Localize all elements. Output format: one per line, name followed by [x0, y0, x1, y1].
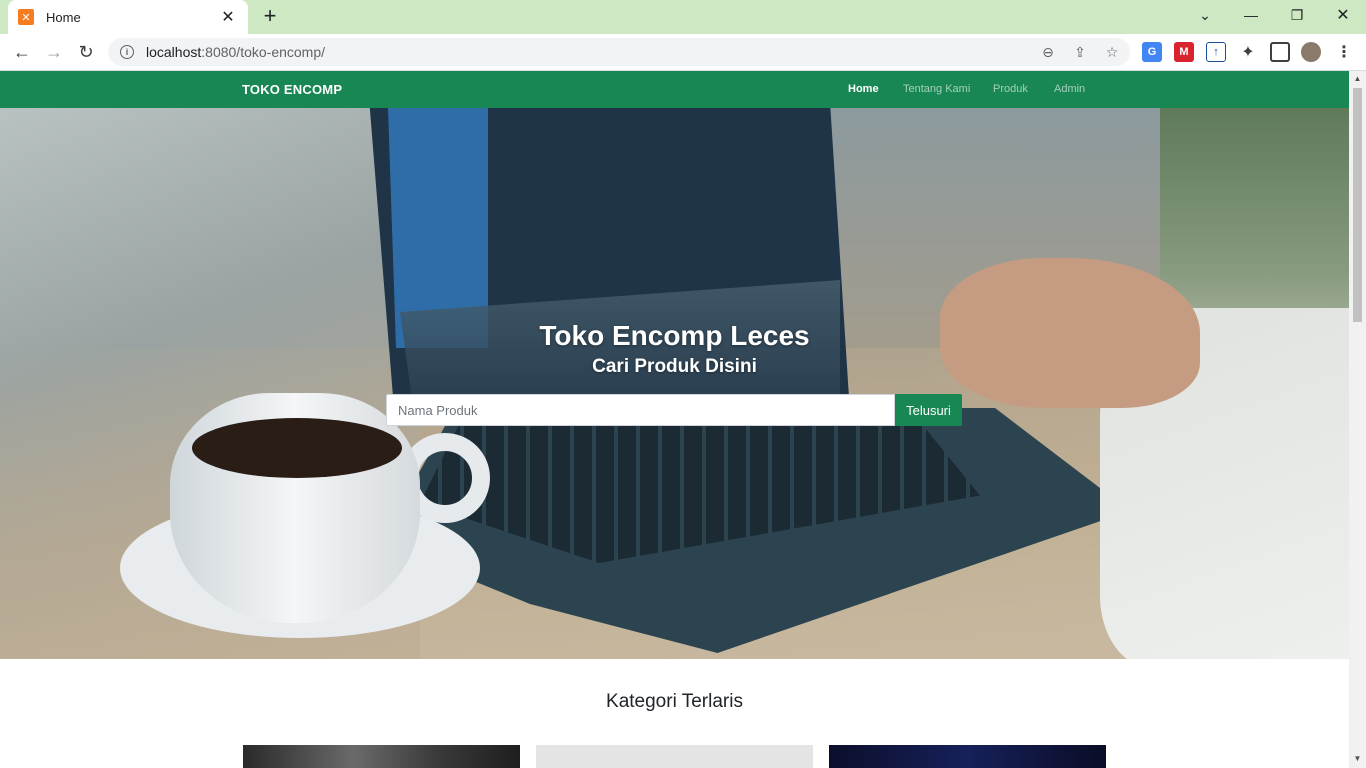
menu-kebab-icon[interactable]: ⋮ — [1334, 42, 1354, 62]
product-search-input[interactable]: Nama Produk — [386, 394, 895, 426]
category-card[interactable] — [829, 745, 1106, 768]
hero-title: Toko Encomp Leces — [539, 320, 810, 351]
scroll-down-arrow-icon[interactable]: ▼ — [1353, 754, 1362, 763]
close-window-icon[interactable]: ✕ — [1320, 0, 1366, 30]
category-card[interactable] — [536, 745, 813, 768]
hero-banner: Toko Encomp Leces Cari Produk Disini Nam… — [0, 108, 1349, 659]
bookmark-star-icon[interactable]: ☆ — [1104, 44, 1120, 60]
back-arrow-icon[interactable]: ← — [8, 38, 36, 66]
nav-link-produk[interactable]: Produk — [993, 83, 1028, 95]
tab-search-chevron-icon[interactable]: ⌄ — [1182, 0, 1228, 30]
site-info-icon[interactable]: i — [120, 45, 134, 59]
page-viewport: TOKO ENCOMP Home Tentang Kami Produk Adm… — [0, 71, 1349, 768]
page-scrollbar[interactable]: ▲ ▼ — [1349, 71, 1366, 768]
browser-toolbar: ← → ↻ i localhost:8080/toko-encomp/ ⊖ ⇪ … — [0, 34, 1366, 71]
extension-upload-icon[interactable]: ↑ — [1206, 42, 1226, 62]
search-button[interactable]: Telusuri — [895, 394, 962, 426]
profile-avatar[interactable] — [1301, 42, 1321, 62]
site-navbar: TOKO ENCOMP Home Tentang Kami Produk Adm… — [0, 71, 1349, 108]
zoom-icon[interactable]: ⊖ — [1040, 44, 1056, 60]
coffee-image — [192, 418, 402, 478]
forward-arrow-icon[interactable]: → — [40, 38, 68, 66]
scrollbar-thumb[interactable] — [1353, 88, 1362, 322]
site-brand[interactable]: TOKO ENCOMP — [242, 82, 342, 97]
tab-title: Home — [46, 9, 81, 25]
share-icon[interactable]: ⇪ — [1072, 44, 1088, 60]
google-translate-icon[interactable]: G — [1142, 42, 1162, 62]
hero-subtitle: Cari Produk Disini — [592, 356, 757, 377]
address-bar[interactable]: i localhost:8080/toko-encomp/ ⊖ ⇪ ☆ — [108, 38, 1130, 66]
side-panel-icon[interactable] — [1270, 42, 1290, 62]
browser-tab[interactable]: ✕ Home ✕ — [8, 0, 248, 34]
section-title: Kategori Terlaris — [606, 691, 743, 712]
nav-link-tentang-kami[interactable]: Tentang Kami — [903, 83, 970, 95]
category-card[interactable] — [243, 745, 520, 768]
nav-link-home[interactable]: Home — [848, 83, 879, 95]
extension-red-icon[interactable]: M — [1174, 42, 1194, 62]
reload-icon[interactable]: ↻ — [72, 38, 100, 66]
tab-close-icon[interactable]: ✕ — [218, 7, 238, 27]
nav-link-admin[interactable]: Admin — [1054, 83, 1085, 95]
new-tab-plus-icon[interactable]: + — [258, 4, 282, 28]
browser-tab-bar: ✕ Home ✕ + ⌄ — ❐ ✕ — [0, 0, 1366, 34]
scroll-up-arrow-icon[interactable]: ▲ — [1353, 74, 1362, 83]
minimize-icon[interactable]: — — [1228, 0, 1274, 30]
xampp-favicon-icon: ✕ — [18, 9, 34, 25]
extensions-puzzle-icon[interactable]: ✦ — [1238, 42, 1258, 62]
url-path: :8080/toko-encomp/ — [201, 44, 326, 60]
url-text[interactable]: localhost:8080/toko-encomp/ — [146, 44, 325, 60]
url-host: localhost — [146, 44, 202, 60]
restore-icon[interactable]: ❐ — [1274, 0, 1320, 30]
